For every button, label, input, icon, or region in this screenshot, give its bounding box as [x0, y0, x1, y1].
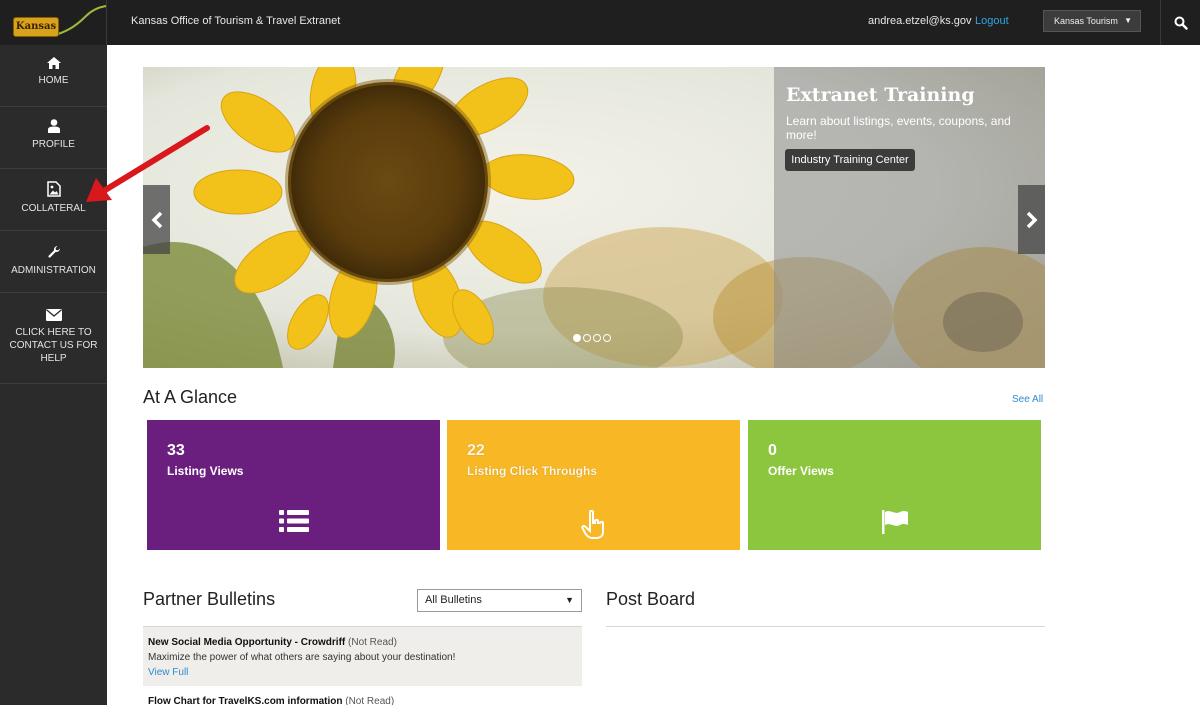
image-icon: [46, 181, 61, 197]
carousel-dot[interactable]: [603, 334, 611, 342]
flag-icon: [881, 510, 908, 534]
tile-listing-views[interactable]: 33 Listing Views: [147, 420, 440, 550]
carousel-next-button[interactable]: [1018, 185, 1045, 254]
envelope-icon: [45, 309, 62, 321]
tile-label: Offer Views: [768, 464, 834, 478]
view-full-link[interactable]: View Full: [148, 665, 577, 680]
sidebar-item-label: CLICK HERE TO CONTACT US FOR HELP: [9, 327, 98, 364]
tile-offer-views[interactable]: 0 Offer Views: [748, 420, 1041, 550]
training-panel: [774, 67, 1045, 368]
search-icon: [1174, 16, 1188, 30]
user-email: andrea.etzel@ks.gov: [868, 15, 972, 27]
sidebar-item-label: ADMINISTRATION: [11, 265, 96, 276]
annotation-arrow-icon: [86, 125, 210, 202]
logout-link[interactable]: Logout: [975, 15, 1009, 27]
bulletin-filter-value: All Bulletins: [425, 594, 482, 606]
tile-value: 22: [467, 442, 485, 459]
chevron-left-icon: [151, 211, 162, 228]
bulletin-title[interactable]: Flow Chart for TravelKS.com information: [148, 696, 342, 705]
top-bar: Kansas Kansas Office of Tourism & Travel…: [0, 0, 1200, 45]
bulletin-status: (Not Read): [345, 696, 395, 705]
app-title: Kansas Office of Tourism & Travel Extran…: [131, 15, 341, 27]
list-icon: [278, 510, 309, 532]
carousel-dot[interactable]: [583, 334, 591, 342]
tile-listing-click-throughs[interactable]: 22 Listing Click Throughs: [447, 420, 740, 550]
see-all-link[interactable]: See All: [1012, 394, 1043, 405]
home-icon: [46, 57, 61, 69]
post-board-title: Post Board: [606, 589, 696, 609]
tile-value: 0: [768, 442, 777, 459]
tile-value: 33: [167, 442, 185, 459]
chevron-right-icon: [1026, 211, 1037, 228]
logo[interactable]: Kansas: [0, 0, 107, 45]
bulletin-status: (Not Read): [348, 637, 397, 648]
industry-training-center-button[interactable]: Industry Training Center: [785, 149, 915, 171]
carousel-dot[interactable]: [573, 334, 581, 342]
training-panel-text: Learn about listings, events, coupons, a…: [786, 114, 1011, 142]
pointer-hand-icon: [580, 510, 604, 539]
bulletin-description: Maximize the power of what others are sa…: [148, 652, 456, 663]
bulletin-list: New Social Media Opportunity - Crowdriff…: [143, 626, 582, 705]
account-select-value: Kansas Tourism: [1054, 16, 1118, 26]
wrench-icon: [47, 245, 60, 258]
carousel-dot[interactable]: [593, 334, 601, 342]
caret-down-icon: ▼: [565, 595, 574, 605]
sidebar-item-label: HOME: [38, 75, 69, 86]
at-a-glance-title: At A Glance: [143, 387, 238, 407]
caret-down-icon: ▼: [1124, 16, 1132, 25]
training-panel-title: Extranet Training: [786, 84, 975, 106]
sidebar-item-contact-help[interactable]: CLICK HERE TO CONTACT US FOR HELP: [0, 293, 107, 384]
tile-label: Listing Views: [167, 464, 244, 478]
list-item: New Social Media Opportunity - Crowdriff…: [143, 627, 582, 686]
logo-swoosh-icon: [57, 5, 107, 35]
bulletin-title[interactable]: New Social Media Opportunity - Crowdriff: [148, 637, 345, 648]
list-item: Flow Chart for TravelKS.com information …: [143, 686, 582, 705]
account-select[interactable]: Kansas Tourism ▼: [1043, 10, 1141, 32]
post-board-divider: [606, 626, 1045, 627]
logo-badge: Kansas: [13, 17, 59, 37]
tile-label: Listing Click Throughs: [467, 464, 598, 478]
search-button[interactable]: [1160, 0, 1200, 45]
partner-bulletins-title: Partner Bulletins: [143, 589, 276, 609]
carousel-indicators: [573, 334, 611, 342]
sidebar-item-home[interactable]: HOME: [0, 45, 107, 107]
bulletin-filter-select[interactable]: All Bulletins ▼: [417, 589, 582, 612]
user-icon: [47, 119, 60, 133]
sidebar-item-administration[interactable]: ADMINISTRATION: [0, 231, 107, 293]
